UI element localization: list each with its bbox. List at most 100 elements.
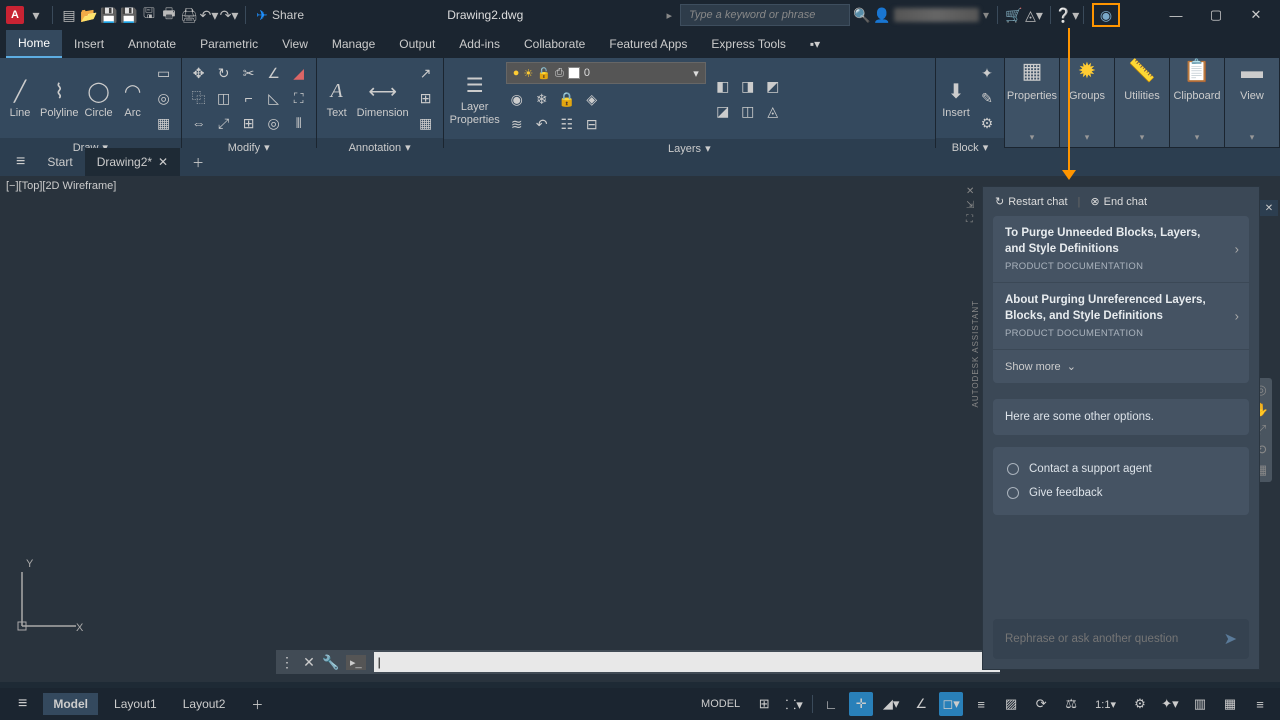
doc-close-icon[interactable]: ✕ — [1260, 200, 1278, 216]
explode-icon[interactable]: ⛶ — [288, 87, 310, 109]
result-item-1[interactable]: To Purge Unneeded Blocks, Layers, and St… — [993, 216, 1249, 283]
file-menu-icon[interactable]: ≡ — [6, 153, 35, 171]
recent-cmd-icon[interactable]: ⋮ — [276, 651, 298, 673]
tab-insert[interactable]: Insert — [62, 30, 116, 58]
offset-icon[interactable]: ◎ — [263, 112, 285, 134]
layer-tool-6-icon[interactable]: ◬ — [762, 100, 784, 122]
tab-annotate[interactable]: Annotate — [116, 30, 188, 58]
erase-icon[interactable]: ◢ — [288, 62, 310, 84]
plot-icon[interactable]: 🖶 — [161, 7, 177, 23]
array-icon[interactable]: ⊞ — [238, 112, 260, 134]
scale-icon[interactable]: ⤢ — [213, 112, 235, 134]
text-button[interactable]: AText — [323, 77, 351, 119]
layer-walk-icon[interactable]: ☷ — [556, 113, 578, 135]
saveas-icon[interactable]: 💾 — [121, 7, 137, 23]
layer-tool-1-icon[interactable]: ◧ — [712, 75, 734, 97]
layer-dropdown[interactable]: ● ☀ 🔓 ⎙ 0 ▾ — [506, 62, 706, 84]
print-icon[interactable]: 🖨 — [181, 7, 197, 23]
extend-icon[interactable]: ∠ — [263, 62, 285, 84]
command-line[interactable]: ⋮ ✕ 🔧 ▸_ — [276, 650, 1000, 674]
panel-block-title[interactable]: Block ▾ — [936, 138, 1004, 157]
arc-button[interactable]: ◠Arc — [119, 77, 147, 119]
result-item-2[interactable]: About Purging Unreferenced Layers, Block… — [993, 283, 1249, 350]
share-label[interactable]: Share — [272, 8, 304, 22]
close-tab-icon[interactable]: ✕ — [158, 155, 168, 169]
monitor-icon[interactable]: ▥ — [1188, 692, 1212, 716]
mirror-icon[interactable]: ◫ — [213, 87, 235, 109]
edit-block-icon[interactable]: ✎ — [976, 87, 998, 109]
command-input[interactable] — [374, 652, 1000, 672]
leader-icon[interactable]: ↗ — [415, 62, 437, 84]
iso-icon[interactable]: ▦ — [1218, 692, 1242, 716]
stretch-icon[interactable]: ⇔ — [188, 112, 210, 134]
layer-tool-3-icon[interactable]: ◩ — [762, 75, 784, 97]
palette-handles[interactable]: ✕⇲⛶ — [966, 186, 980, 225]
table-icon[interactable]: ⊞ — [415, 87, 437, 109]
annoscale-icon[interactable]: ⚖ — [1059, 692, 1083, 716]
user-name[interactable] — [894, 8, 979, 22]
tab-view[interactable]: View — [270, 30, 320, 58]
share-icon[interactable]: ✈ — [254, 7, 270, 23]
layer-lock-icon[interactable]: 🔒 — [556, 88, 578, 110]
close-button[interactable]: ✕ — [1238, 0, 1274, 30]
ellipse-icon[interactable]: ◎ — [153, 87, 175, 109]
layer-prev-icon[interactable]: ↶ — [531, 113, 553, 135]
minimize-button[interactable]: ― — [1158, 0, 1194, 30]
panel-utilities[interactable]: 📏Utilities▾ — [1115, 58, 1170, 147]
tab-express[interactable]: Express Tools — [699, 30, 797, 58]
option-contact-agent[interactable]: Contact a support agent — [1007, 457, 1235, 481]
save-icon[interactable]: 💾 — [101, 7, 117, 23]
polar-icon[interactable]: ✛ — [849, 692, 873, 716]
fillet-icon[interactable]: ⌐ — [238, 87, 260, 109]
rectangle-icon[interactable]: ▭ — [153, 62, 175, 84]
field-icon[interactable]: ▦ — [415, 112, 437, 134]
redo-icon[interactable]: ↷▾ — [221, 7, 237, 23]
layer-match-icon[interactable]: ≋ — [506, 113, 528, 135]
open-icon[interactable]: 📂 — [81, 7, 97, 23]
align-icon[interactable]: ⫴ — [288, 112, 310, 134]
snap-icon[interactable]: ⸬▾ — [782, 692, 806, 716]
isodraft-icon[interactable]: ◢▾ — [879, 692, 903, 716]
layer-properties-button[interactable]: ☰Layer Properties — [450, 71, 500, 125]
layout-model[interactable]: Model — [43, 693, 98, 715]
create-block-icon[interactable]: ✦ — [976, 62, 998, 84]
panel-properties[interactable]: ▦Properties▾ — [1005, 58, 1060, 147]
dimension-button[interactable]: ⟷Dimension — [357, 77, 409, 119]
cycling-icon[interactable]: ⟳ — [1029, 692, 1053, 716]
new-tab-button[interactable]: ＋ — [180, 148, 216, 176]
option-feedback[interactable]: Give feedback — [1007, 481, 1235, 505]
tab-manage[interactable]: Manage — [320, 30, 387, 58]
restart-chat-button[interactable]: ↻ Restart chat — [995, 195, 1068, 208]
tab-drawing2[interactable]: Drawing2*✕ — [85, 148, 180, 176]
autodesk-icon[interactable]: ◬▾ — [1026, 7, 1042, 23]
panel-layers-title[interactable]: Layers ▾ — [444, 139, 935, 158]
line-button[interactable]: ╱Line — [6, 77, 34, 119]
new-icon[interactable]: ▤ — [61, 7, 77, 23]
customize-cmd-icon[interactable]: 🔧 — [320, 651, 342, 673]
app-store-icon[interactable]: 🛒 — [1006, 7, 1022, 23]
viewport-label[interactable]: [−][Top][2D Wireframe] — [6, 180, 116, 192]
app-menu-button[interactable]: A — [6, 6, 24, 24]
workspace-icon[interactable]: ✦▾ — [1158, 692, 1182, 716]
tab-output[interactable]: Output — [387, 30, 447, 58]
osnap-icon[interactable]: ◻▾ — [939, 692, 963, 716]
layer-tool-4-icon[interactable]: ◪ — [712, 100, 734, 122]
tab-start[interactable]: Start — [35, 148, 84, 176]
lineweight-icon[interactable]: ≡ — [969, 692, 993, 716]
tab-home[interactable]: Home — [6, 30, 62, 58]
show-more-button[interactable]: Show more ⌄ — [993, 350, 1249, 383]
transparency-icon[interactable]: ▨ — [999, 692, 1023, 716]
grid-icon[interactable]: ⊞ — [752, 692, 776, 716]
tab-addins[interactable]: Add-ins — [447, 30, 512, 58]
panel-view[interactable]: ▬View▾ — [1225, 58, 1280, 147]
ortho-icon[interactable]: ∟ — [819, 692, 843, 716]
gear-icon[interactable]: ⚙ — [1128, 692, 1152, 716]
search-icon[interactable]: 🔍 — [854, 7, 870, 23]
rotate-icon[interactable]: ↻ — [213, 62, 235, 84]
layer-tool-2-icon[interactable]: ◨ — [737, 75, 759, 97]
otrack-icon[interactable]: ∠ — [909, 692, 933, 716]
insert-button[interactable]: ⬇Insert — [942, 77, 970, 119]
web-open-icon[interactable]: 🖫 — [141, 7, 157, 23]
layer-freeze-icon[interactable]: ❄ — [531, 88, 553, 110]
maximize-button[interactable]: ▢ — [1198, 0, 1234, 30]
